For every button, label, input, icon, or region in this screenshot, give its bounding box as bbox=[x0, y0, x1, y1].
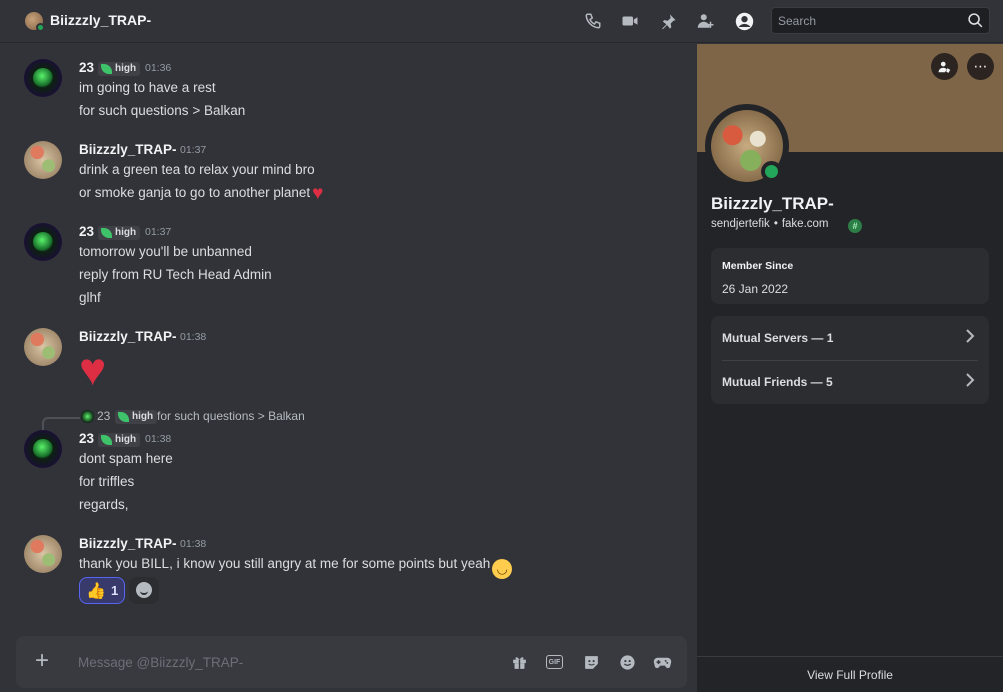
reply-author[interactable]: 23 bbox=[97, 409, 110, 423]
avatar[interactable] bbox=[24, 535, 62, 573]
search-input[interactable] bbox=[778, 12, 958, 30]
leaf-icon bbox=[118, 412, 129, 422]
server-tag[interactable]: high bbox=[98, 433, 141, 447]
message-line: glhf bbox=[79, 290, 101, 305]
message-line: for triffles bbox=[79, 474, 135, 489]
search-icon bbox=[968, 13, 983, 28]
online-status-dot bbox=[36, 23, 45, 32]
message-line: tomorrow you'll be unbanned bbox=[79, 244, 252, 259]
message-line: or smoke ganja to go to another planet ♥ bbox=[79, 183, 324, 204]
reply-avatar bbox=[81, 410, 94, 423]
ellipsis-icon: ⋯ bbox=[973, 58, 988, 74]
timestamp: 01:38 bbox=[180, 331, 207, 343]
author-name[interactable]: Biizzzly_TRAP- bbox=[79, 142, 177, 157]
video-call-icon[interactable] bbox=[620, 11, 640, 31]
add-note-button[interactable] bbox=[931, 53, 958, 80]
author-name[interactable]: Biizzzly_TRAP- bbox=[79, 536, 177, 551]
member-since-value: 26 Jan 2022 bbox=[722, 282, 789, 296]
avatar[interactable] bbox=[24, 141, 62, 179]
user-profile-icon[interactable] bbox=[734, 11, 754, 31]
person-edit-icon bbox=[938, 61, 950, 73]
message-input[interactable] bbox=[78, 652, 498, 672]
profile-subline: sendjertefik • fake.com bbox=[711, 218, 829, 230]
hashtag-badge-icon[interactable]: # bbox=[848, 219, 862, 233]
author-name[interactable]: Biizzzly_TRAP- bbox=[79, 329, 177, 344]
timestamp: 01:37 bbox=[180, 144, 207, 156]
mutual-friends-row[interactable]: Mutual Friends — 5 bbox=[711, 360, 989, 404]
online-status-icon bbox=[761, 161, 782, 182]
voice-call-icon[interactable] bbox=[583, 11, 603, 31]
activities-icon[interactable] bbox=[652, 652, 672, 672]
message-line: im going to have a rest bbox=[79, 80, 216, 95]
message-line: thank you BILL, i know you still angry a… bbox=[79, 556, 513, 579]
add-reaction-button[interactable] bbox=[129, 577, 159, 604]
leaf-icon bbox=[101, 64, 112, 74]
message-line: regards, bbox=[79, 497, 129, 512]
avatar[interactable] bbox=[24, 430, 62, 468]
smiley-emoji-icon: ◡ bbox=[492, 559, 513, 579]
sticker-icon[interactable] bbox=[581, 652, 601, 672]
add-reaction-icon bbox=[136, 582, 152, 598]
big-heart-emoji-icon: ♥ bbox=[79, 343, 107, 395]
attach-plus-icon[interactable]: + bbox=[30, 649, 54, 674]
gift-icon[interactable] bbox=[509, 652, 529, 672]
leaf-icon bbox=[101, 435, 112, 445]
member-since-label: Member Since bbox=[722, 260, 794, 272]
message-composer: + GIF bbox=[16, 636, 687, 688]
author-name[interactable]: 23 bbox=[79, 224, 94, 239]
server-tag[interactable]: high bbox=[98, 226, 141, 240]
server-tag[interactable]: high bbox=[98, 62, 141, 76]
emoji-icon[interactable] bbox=[617, 652, 637, 672]
message-line: drink a green tea to relax your mind bro bbox=[79, 162, 315, 177]
member-since-card: Member Since 26 Jan 2022 bbox=[711, 248, 989, 304]
profile-pronouns: fake.com bbox=[781, 218, 829, 230]
chat-area: 23 high 01:36 im going to have a rest fo… bbox=[0, 44, 697, 692]
reaction-thumbs-up[interactable]: 👍 1 bbox=[79, 577, 125, 604]
add-friends-icon[interactable] bbox=[696, 11, 716, 31]
separator-dot: • bbox=[773, 218, 778, 230]
pin-icon[interactable] bbox=[658, 11, 678, 31]
chevron-right-icon bbox=[966, 373, 975, 387]
dm-header: Biizzzly_TRAP- bbox=[0, 0, 1003, 43]
reaction-count: 1 bbox=[111, 583, 119, 598]
view-full-profile-button[interactable]: View Full Profile bbox=[697, 656, 1003, 692]
timestamp: 01:38 bbox=[145, 433, 172, 445]
timestamp: 01:38 bbox=[180, 538, 207, 550]
message-line: for such questions > Balkan bbox=[79, 103, 246, 118]
user-profile-panel: ⋯ Biizzzly_TRAP- sendjertefik • fake.com #… bbox=[697, 44, 1003, 692]
mutuals-card: Mutual Servers — 1 Mutual Friends — 5 bbox=[711, 316, 989, 404]
mutual-servers-label: Mutual Servers — 1 bbox=[722, 331, 834, 345]
more-options-button[interactable]: ⋯ bbox=[967, 53, 994, 80]
chevron-right-icon bbox=[966, 329, 975, 343]
thumbs-up-icon: 👍 bbox=[86, 583, 106, 600]
profile-display-name: Biizzzly_TRAP- bbox=[711, 194, 834, 213]
author-name[interactable]: 23 bbox=[79, 60, 94, 75]
timestamp: 01:36 bbox=[145, 62, 172, 74]
avatar[interactable] bbox=[24, 59, 62, 97]
message-line: reply from RU Tech Head Admin bbox=[79, 267, 272, 282]
avatar[interactable] bbox=[24, 328, 62, 366]
mutual-friends-label: Mutual Friends — 5 bbox=[722, 375, 833, 389]
reply-connector bbox=[42, 417, 80, 431]
timestamp: 01:37 bbox=[145, 226, 172, 238]
search-box[interactable] bbox=[771, 7, 990, 34]
message-line: dont spam here bbox=[79, 451, 173, 466]
heart-emoji-icon: ♥ bbox=[312, 183, 324, 204]
dm-title: Biizzzly_TRAP- bbox=[50, 12, 152, 28]
profile-username: sendjertefik bbox=[711, 218, 770, 230]
avatar[interactable] bbox=[24, 223, 62, 261]
mutual-servers-row[interactable]: Mutual Servers — 1 bbox=[711, 316, 989, 360]
reply-preview[interactable]: for such questions > Balkan bbox=[157, 409, 305, 423]
author-name[interactable]: 23 bbox=[79, 431, 94, 446]
server-tag[interactable]: high bbox=[115, 410, 158, 424]
leaf-icon bbox=[101, 228, 112, 238]
gif-icon[interactable]: GIF bbox=[546, 655, 563, 669]
